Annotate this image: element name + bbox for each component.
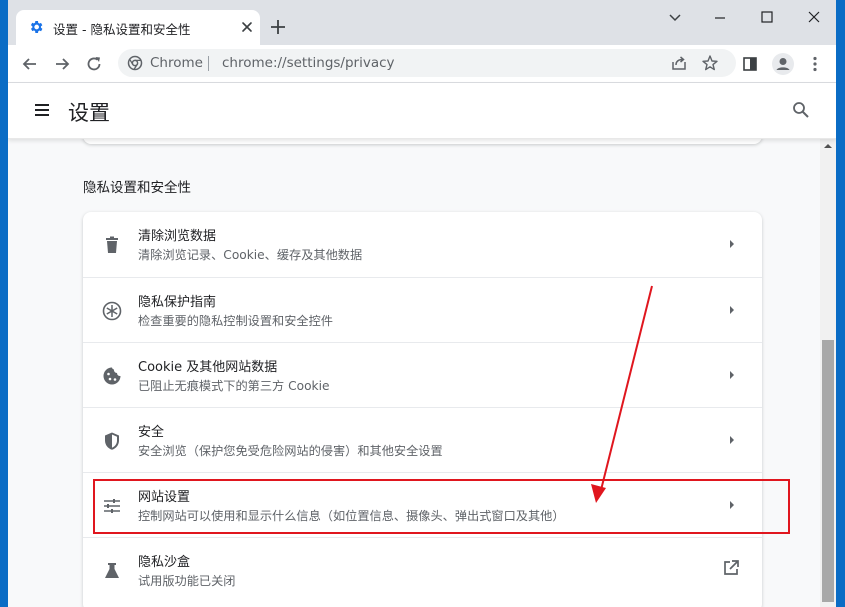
- shield-icon: [105, 432, 119, 450]
- new-tab-icon[interactable]: [268, 17, 288, 37]
- page-scrollbar[interactable]: [820, 138, 836, 607]
- close-icon[interactable]: [238, 18, 256, 36]
- minimize-icon[interactable]: [710, 8, 730, 26]
- row-security[interactable]: 安全 安全浏览（保护您免受危险网站的侵害）和其他安全设置: [83, 407, 762, 473]
- omnibox-url: chrome://settings/privacy: [222, 55, 395, 71]
- hamburger-menu-icon[interactable]: [32, 100, 52, 120]
- row-title: 隐私沙盒: [138, 555, 191, 570]
- row-clear-browsing-data[interactable]: 清除浏览数据 清除浏览记录、Cookie、缓存及其他数据: [83, 212, 762, 277]
- omnibox-separator: [208, 56, 209, 71]
- forward-arrow-icon[interactable]: [52, 54, 72, 74]
- side-panel-icon[interactable]: [740, 54, 760, 74]
- chevron-right-icon: [730, 240, 734, 248]
- settings-header: 设置: [8, 83, 836, 139]
- scroll-up-arrow-icon[interactable]: [824, 142, 832, 150]
- trash-icon: [106, 236, 118, 253]
- profile-avatar-icon[interactable]: [771, 52, 795, 76]
- row-title: 网站设置: [138, 490, 191, 505]
- row-subtitle: 已阻止无痕模式下的第三方 Cookie: [138, 379, 330, 393]
- row-subtitle: 试用版功能已关闭: [138, 574, 236, 588]
- maximize-icon[interactable]: [757, 8, 777, 26]
- chrome-window: 设置 - 隐私设置和安全性 Chrome chrome://settings/p…: [8, 0, 836, 607]
- tab-settings[interactable]: 设置 - 隐私设置和安全性: [16, 10, 260, 45]
- tune-icon: [104, 499, 120, 513]
- row-site-settings[interactable]: 网站设置 控制网站可以使用和显示什么信息（如位置信息、摄像头、弹出式窗口及其他）: [83, 472, 762, 538]
- row-subtitle: 检查重要的隐私控制设置和安全控件: [138, 314, 333, 328]
- row-subtitle: 安全浏览（保护您免受危险网站的侵害）和其他安全设置: [138, 444, 443, 458]
- row-subtitle: 控制网站可以使用和显示什么信息（如位置信息、摄像头、弹出式窗口及其他）: [138, 509, 565, 523]
- chevron-right-icon: [730, 306, 734, 314]
- chrome-logo-icon: [127, 55, 143, 71]
- open-in-new-icon: [724, 560, 739, 575]
- row-title: 安全: [138, 425, 165, 440]
- page-title: 设置: [68, 101, 110, 125]
- row-title: 清除浏览数据: [138, 229, 217, 244]
- reload-icon[interactable]: [84, 54, 104, 74]
- share-icon[interactable]: [670, 54, 688, 72]
- tab-strip: 设置 - 隐私设置和安全性: [8, 0, 836, 45]
- tab-title: 设置 - 隐私设置和安全性: [53, 22, 191, 37]
- row-privacy-sandbox[interactable]: 隐私沙盒 试用版功能已关闭: [83, 537, 762, 603]
- back-arrow-icon[interactable]: [20, 54, 40, 74]
- cookie-icon: [103, 367, 121, 385]
- chevron-right-icon: [730, 436, 734, 444]
- row-privacy-guide[interactable]: 隐私保护指南 检查重要的隐私控制设置和安全控件: [83, 277, 762, 343]
- flask-icon: [105, 563, 119, 578]
- row-cookies[interactable]: Cookie 及其他网站数据 已阻止无痕模式下的第三方 Cookie: [83, 342, 762, 408]
- address-bar[interactable]: Chrome chrome://settings/privacy: [118, 49, 736, 77]
- section-title: 隐私设置和安全性: [83, 180, 191, 196]
- row-title: 隐私保护指南: [138, 295, 217, 310]
- tab-search-icon[interactable]: [665, 8, 685, 26]
- scrollbar-thumb[interactable]: [822, 340, 834, 602]
- bookmark-star-icon[interactable]: [701, 54, 719, 72]
- row-title: Cookie 及其他网站数据: [138, 360, 278, 375]
- privacy-card: 清除浏览数据 清除浏览记录、Cookie、缓存及其他数据 隐私保护指南 检查重要…: [83, 212, 762, 607]
- chevron-right-icon: [730, 501, 734, 509]
- window-close-icon[interactable]: [804, 8, 824, 26]
- row-subtitle: 清除浏览记录、Cookie、缓存及其他数据: [138, 248, 363, 262]
- gear-icon: [30, 21, 43, 33]
- privacy-guide-icon: [102, 301, 122, 321]
- more-menu-icon[interactable]: [805, 54, 825, 74]
- search-icon[interactable]: [791, 100, 811, 120]
- browser-toolbar: Chrome chrome://settings/privacy: [8, 45, 836, 83]
- settings-content: 隐私设置和安全性 清除浏览数据 清除浏览记录、Cookie、缓存及其他数据 隐私…: [8, 138, 820, 607]
- chevron-right-icon: [730, 371, 734, 379]
- omnibox-site-name: Chrome: [150, 55, 203, 71]
